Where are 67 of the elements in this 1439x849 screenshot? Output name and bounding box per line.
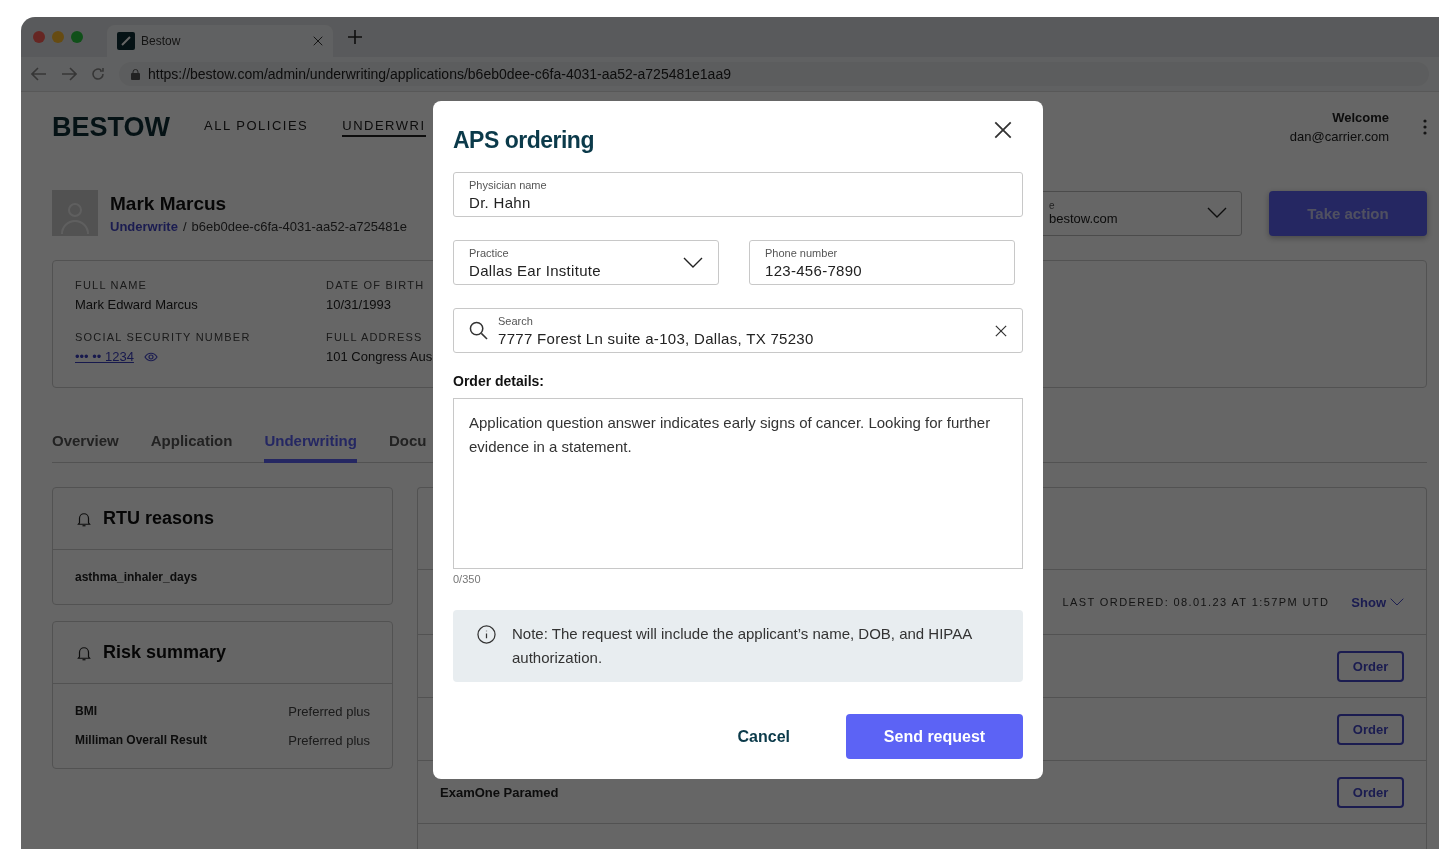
field-value: 10/31/1993: [326, 297, 392, 312]
breadcrumb-separator: /: [182, 218, 187, 234]
rtu-reason: asthma_inhaler_days: [75, 570, 199, 584]
last-ordered-text: LAST ORDERED: 08.01.23 AT 1:57PM UTD: [1062, 596, 1330, 608]
order-details-label: Order details:: [453, 373, 546, 389]
lock-icon: [131, 68, 140, 80]
modal-title: APS ordering: [453, 127, 594, 154]
user-email: dan@carrier.com: [1289, 129, 1389, 144]
plus-icon[interactable]: [347, 29, 363, 45]
window-control-icon[interactable]: [33, 31, 45, 43]
card-title: Risk summary: [103, 642, 227, 663]
field-label: FULL ADDRESS: [326, 331, 423, 343]
reload-icon[interactable]: [91, 67, 105, 81]
chevron-down-icon: [1390, 597, 1404, 607]
order-details-textarea[interactable]: Application question answer indicates early signs of cancer. Looking for further evidence in a statement.: [453, 398, 1023, 569]
cancel-button[interactable]: Cancel: [731, 726, 796, 747]
chevron-down-icon: [683, 256, 703, 269]
window-control-icon[interactable]: [52, 31, 64, 43]
tab[interactable]: Overview: [52, 432, 119, 463]
address-bar[interactable]: https://bestow.com/admin/underwriting/applications/b6eb0dee-c6fa-4031-aa52-a725481e1aa9: [119, 62, 1429, 86]
order-button[interactable]: Order: [1337, 776, 1404, 808]
window-control-icon[interactable]: [71, 31, 83, 43]
tab[interactable]: Underwriting: [264, 432, 357, 463]
note-text: Note: The request will include the applicant’s name, DOB, and HIPAA authorization.: [512, 624, 973, 668]
risk-label: Milliman Overall Result: [75, 733, 208, 748]
field-label: DATE OF BIRTH: [326, 279, 425, 291]
breadcrumb-link[interactable]: Underwrite: [110, 218, 178, 234]
forward-icon[interactable]: [61, 67, 77, 81]
risk-value: Preferred plus: [288, 733, 370, 748]
ssn-link[interactable]: ••• •• 1234: [75, 349, 134, 364]
tab[interactable]: Docu: [388, 432, 427, 463]
nav-link[interactable]: ALL POLICIES: [204, 117, 309, 137]
info-icon: [477, 625, 496, 644]
risk-label: BMI: [75, 704, 97, 719]
chevron-down-icon: [1207, 207, 1227, 219]
show-link[interactable]: Show: [1351, 594, 1404, 610]
back-icon[interactable]: [31, 67, 47, 81]
order-name: ExamOne Paramed: [440, 784, 559, 800]
close-button[interactable]: [993, 121, 1013, 141]
application-id: b6eb0dee-c6fa-4031-aa52-a725481e: [191, 218, 407, 234]
app-icon: [117, 32, 135, 50]
order-button[interactable]: Order: [1337, 650, 1404, 682]
close-icon: [313, 36, 323, 46]
practice-select[interactable]: Practice Dallas Ear Institute: [453, 240, 719, 285]
applicant-name: Mark Marcus: [110, 192, 228, 215]
tab[interactable]: Application: [150, 432, 233, 463]
search-icon: [469, 321, 488, 340]
welcome-label: Welcome: [1331, 110, 1389, 125]
close-icon: [994, 121, 1012, 139]
risk-value: Preferred plus: [288, 704, 370, 719]
close-icon: [995, 324, 1007, 337]
field-value: 101 Congress Aus: [326, 349, 433, 364]
order-button[interactable]: Order: [1337, 713, 1404, 745]
physician-name-field[interactable]: Physician name Dr. Hahn: [453, 172, 1023, 217]
field-label: SOCIAL SECURITY NUMBER: [75, 331, 251, 343]
phone-number-field[interactable]: Phone number 123-456-7890: [749, 240, 1015, 285]
logo: BESTOW: [52, 111, 170, 143]
browser-tab[interactable]: Bestow: [107, 25, 333, 57]
send-request-button[interactable]: Send request: [846, 714, 1023, 759]
character-counter: 0/350: [453, 573, 482, 585]
more-icon[interactable]: [1423, 119, 1427, 135]
card-title: RTU reasons: [103, 508, 215, 529]
eye-icon[interactable]: [143, 351, 158, 362]
search-field[interactable]: Search 7777 Forest Ln suite a-103, Dallas, TX 75230: [453, 308, 1023, 353]
field-value: Mark Edward Marcus: [75, 297, 198, 312]
field-label: FULL NAME: [75, 279, 148, 291]
nav-link[interactable]: UNDERWRI: [342, 117, 426, 137]
